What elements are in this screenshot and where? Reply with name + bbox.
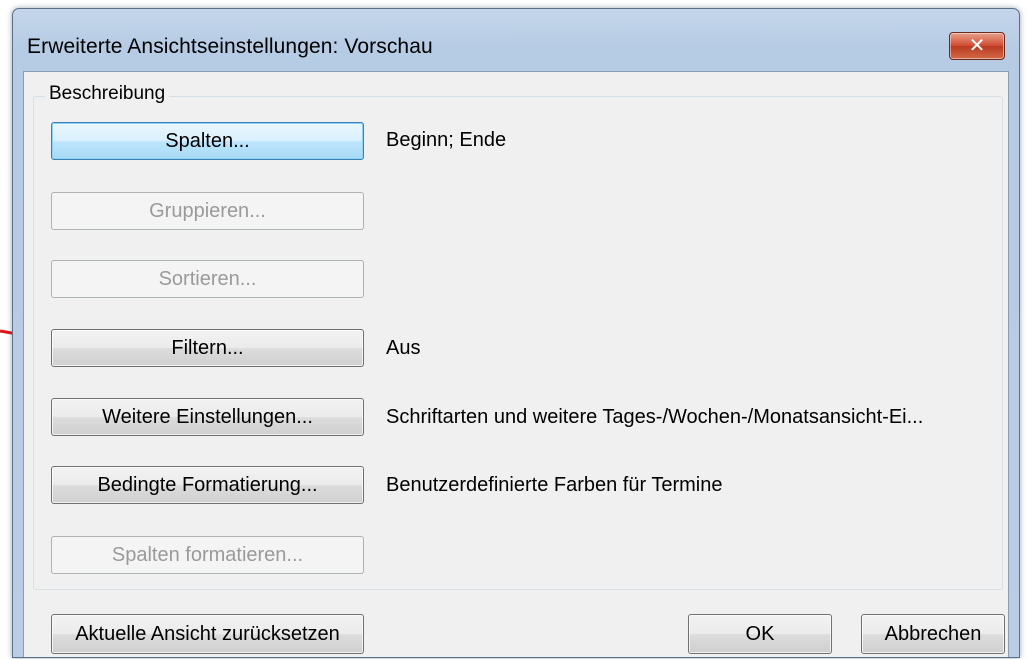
filter-button[interactable]: Filtern... (51, 329, 364, 367)
close-icon: ✕ (968, 35, 986, 57)
filter-description: Aus (386, 337, 421, 359)
dialog-client-area: Beschreibung Spalten... Beginn; Ende Gru… (23, 71, 1009, 657)
group-button[interactable]: Gruppieren... (51, 192, 364, 230)
ok-button[interactable]: OK (688, 614, 832, 654)
conditional-formatting-button[interactable]: Bedingte Formatierung... (51, 466, 364, 504)
cancel-button[interactable]: Abbrechen (861, 614, 1005, 654)
close-button[interactable]: ✕ (949, 32, 1005, 60)
reset-view-button[interactable]: Aktuelle Ansicht zurücksetzen (51, 614, 364, 654)
columns-description: Beginn; Ende (386, 129, 507, 151)
window-title: Erweiterte Ansichtseinstellungen: Vorsch… (27, 35, 433, 58)
more-settings-description: Schriftarten und weitere Tages-/Wochen-/… (386, 406, 924, 428)
groupbox-label: Beschreibung (45, 83, 170, 105)
dialog-window: Erweiterte Ansichtseinstellungen: Vorsch… (12, 8, 1020, 658)
columns-button[interactable]: Spalten... (51, 122, 364, 160)
more-settings-button[interactable]: Weitere Einstellungen... (51, 398, 364, 436)
format-columns-button[interactable]: Spalten formatieren... (51, 536, 364, 574)
sort-button[interactable]: Sortieren... (51, 260, 364, 298)
conditional-formatting-description: Benutzerdefinierte Farben für Termine (386, 474, 723, 496)
